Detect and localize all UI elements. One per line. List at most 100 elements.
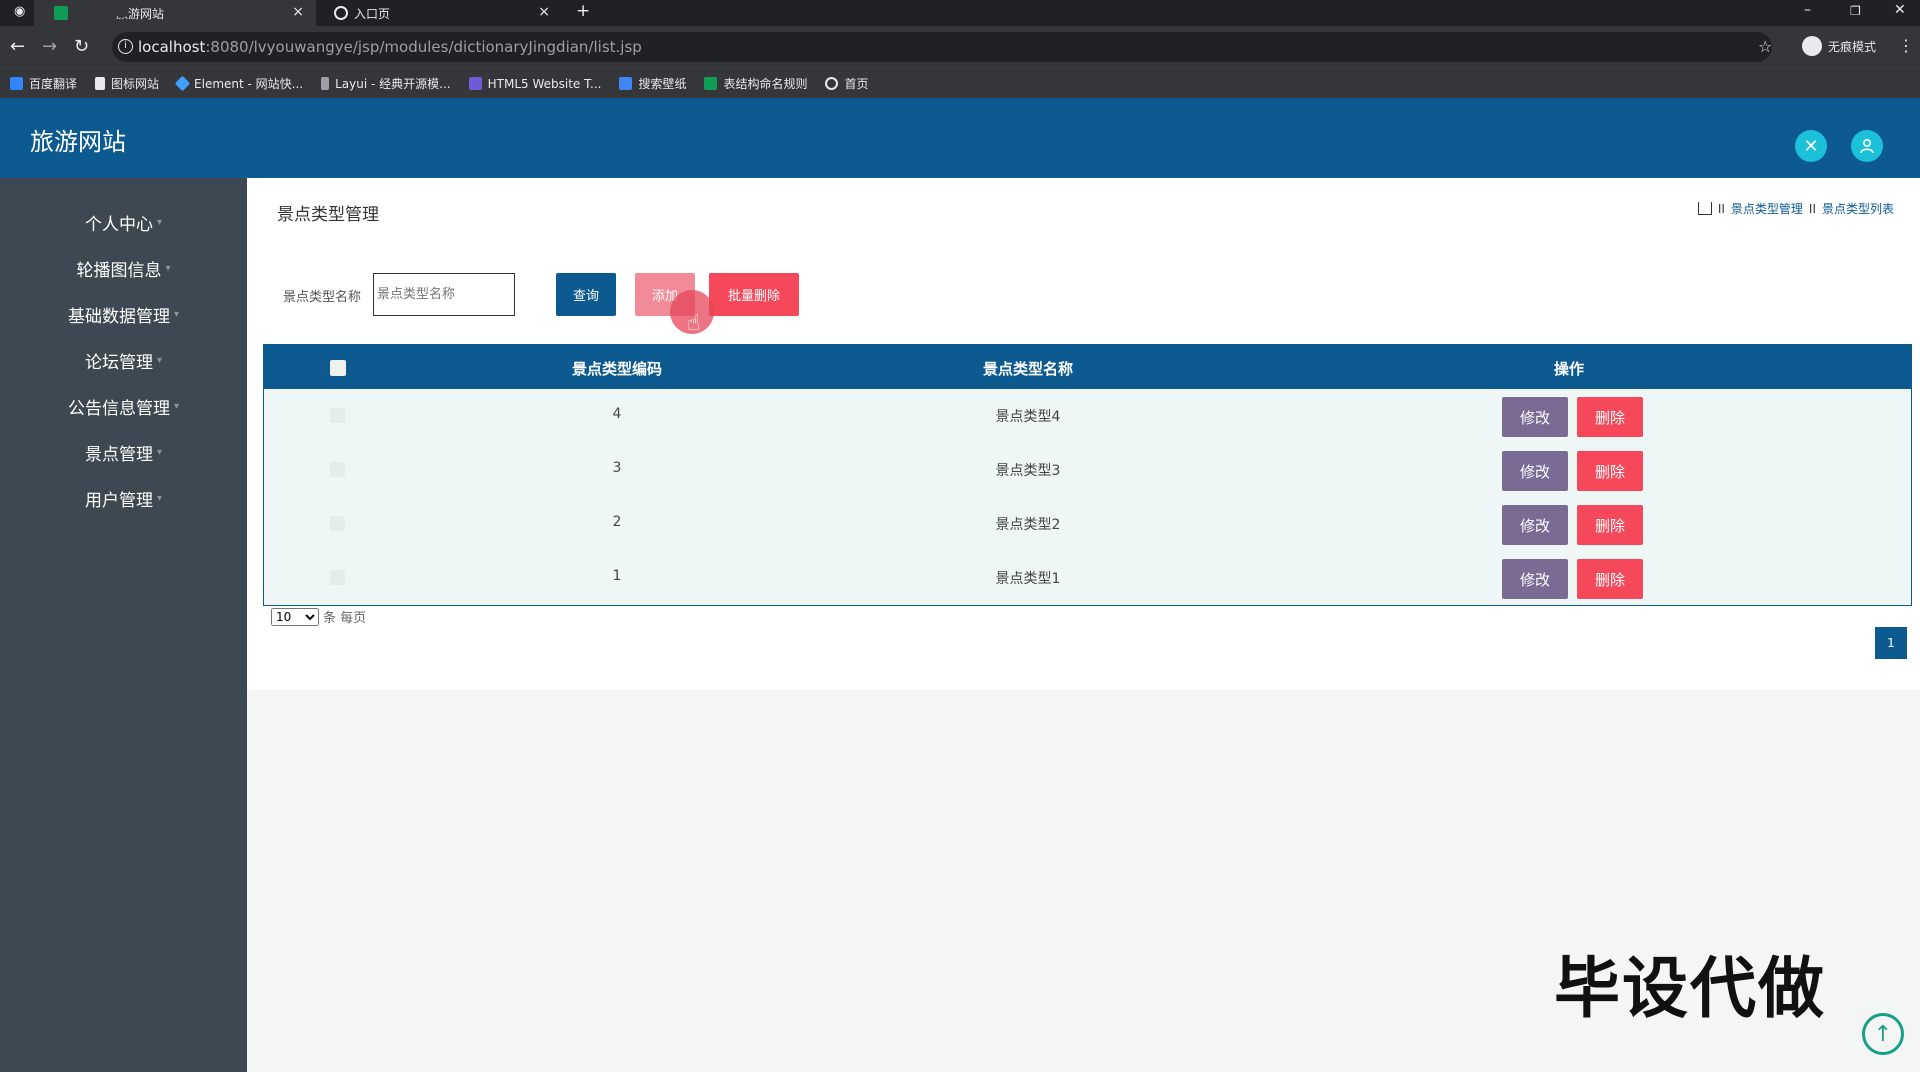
edit-button[interactable]: 修改: [1502, 505, 1568, 545]
window-close-icon[interactable]: ✕: [1894, 2, 1906, 18]
new-tab-button[interactable]: +: [576, 1, 590, 21]
main-content: 景点类型管理 II 景点类型管理 II 景点类型列表 景点类型名称 查询 添加 …: [247, 178, 1920, 690]
caret-down-icon: ▾: [156, 446, 163, 458]
delete-button[interactable]: 删除: [1577, 559, 1643, 599]
column-header-actions: 操作: [1553, 360, 1585, 378]
cell-name: 景点类型3: [995, 463, 1061, 479]
chrome-icon: ◉: [14, 4, 26, 19]
sidebar-item-notices[interactable]: 公告信息管理 ▾: [0, 386, 247, 426]
globe-icon: [334, 6, 348, 20]
app-header: 旅游网站: [0, 98, 1920, 178]
incognito-indicator[interactable]: 无痕模式: [1801, 36, 1876, 56]
bookmark-item[interactable]: 表结构命名规则: [704, 75, 807, 92]
sidebar-item-label: 基础数据管理: [67, 306, 170, 327]
user-avatar-icon[interactable]: [1851, 130, 1883, 162]
breadcrumb-separator: II: [1717, 201, 1725, 216]
sidebar-item-personal-center[interactable]: 个人中心 ▾: [0, 202, 247, 242]
edit-button[interactable]: 修改: [1502, 397, 1568, 437]
bookmark-label: 图标网站: [111, 77, 160, 91]
element-logo-icon: [174, 75, 191, 92]
bookmark-item[interactable]: Element - 网站快...: [174, 75, 304, 92]
sidebar-item-label: 轮播图信息: [76, 260, 162, 281]
sidebar-item-users[interactable]: 用户管理 ▾: [0, 478, 247, 518]
bookmark-label: HTML5 Website T...: [487, 76, 602, 91]
delete-button[interactable]: 删除: [1577, 505, 1643, 545]
breadcrumb-item[interactable]: 景点类型列表: [1822, 200, 1894, 217]
scroll-to-top-icon[interactable]: ↑: [1862, 1013, 1904, 1055]
sheet-icon: [704, 77, 718, 90]
row-checkbox[interactable]: [330, 408, 345, 423]
edit-button[interactable]: 修改: [1502, 559, 1568, 599]
back-icon[interactable]: ←: [10, 36, 25, 57]
breadcrumb: II 景点类型管理 II 景点类型列表: [1697, 200, 1894, 217]
bookmark-star-icon[interactable]: ☆: [1758, 37, 1772, 56]
row-checkbox[interactable]: [330, 516, 345, 531]
bookmark-item[interactable]: 首页: [825, 75, 869, 92]
tab-entry-page[interactable]: 入口页 ×: [322, 0, 562, 26]
flag-icon: [95, 77, 106, 90]
table-row: 4 景点类型4 修改 删除: [264, 389, 1911, 443]
fullscreen-toggle-icon[interactable]: ✕: [1795, 130, 1827, 162]
sidebar-item-label: 景点管理: [84, 444, 153, 465]
select-all-checkbox[interactable]: [330, 360, 346, 376]
sidebar-item-base-data[interactable]: 基础数据管理 ▾: [0, 294, 247, 334]
bookmarks-bar: 百度翻译 图标网站 Element - 网站快... Layui - 经典开源模…: [0, 68, 1920, 98]
tab-close-icon[interactable]: ×: [538, 4, 550, 20]
cell-name: 景点类型4: [995, 409, 1061, 425]
cell-code: 1: [612, 568, 622, 584]
tab-travel-site[interactable]: 旅游网站 ×: [34, 0, 316, 26]
bookmark-label: Element - 网站快...: [194, 77, 304, 91]
bookmark-label: 表结构命名规则: [723, 77, 808, 91]
page-size-select[interactable]: 10: [271, 607, 319, 626]
tab-close-icon[interactable]: ×: [292, 4, 304, 20]
query-button[interactable]: 查询: [556, 273, 616, 316]
bookmark-item[interactable]: HTML5 Website T...: [468, 76, 602, 91]
bookmark-item[interactable]: Layui - 经典开源模...: [321, 75, 451, 92]
cell-code: 3: [612, 460, 622, 476]
bookmark-item[interactable]: 搜索壁纸: [619, 75, 686, 92]
browser-menu-icon[interactable]: ⋮: [1898, 36, 1914, 55]
layui-logo-icon: [321, 77, 330, 90]
url-host: localhost: [138, 38, 206, 56]
sidebar-item-label: 用户管理: [84, 490, 153, 511]
bookmark-item[interactable]: 图标网站: [95, 75, 159, 92]
wallpaper-logo-icon: [619, 77, 633, 90]
sidebar: 个人中心 ▾ 轮播图信息 ▾ 基础数据管理 ▾ 论坛管理 ▾ 公告信息管理 ▾ 景点管理 ▾…: [0, 178, 247, 1072]
row-checkbox[interactable]: [330, 462, 345, 477]
reload-icon[interactable]: ↻: [74, 36, 89, 57]
bookmark-label: 百度翻译: [29, 77, 78, 91]
breadcrumb-separator: II: [1808, 201, 1816, 216]
delete-button[interactable]: 删除: [1577, 397, 1643, 437]
restore-icon[interactable]: ❐: [1850, 4, 1861, 18]
pagination-page-button[interactable]: 1: [1875, 627, 1907, 659]
sidebar-item-carousel[interactable]: 轮播图信息 ▾: [0, 248, 247, 288]
watermark-text: 毕设代做: [1554, 950, 1826, 1027]
minimize-icon[interactable]: –: [1804, 2, 1811, 18]
site-info-icon[interactable]: i: [118, 39, 133, 54]
search-label: 景点类型名称: [283, 290, 362, 305]
batch-delete-button[interactable]: 批量删除: [709, 273, 799, 316]
url-bar[interactable]: localhost:8080/lvyouwangye/jsp/modules/d…: [112, 32, 1772, 62]
sidebar-item-label: 个人中心: [84, 214, 153, 235]
sidebar-item-scenic-spots[interactable]: 景点管理 ▾: [0, 432, 247, 472]
bookmark-label: 搜索壁纸: [638, 77, 687, 91]
forward-icon[interactable]: →: [42, 36, 57, 57]
html5-logo-icon: [468, 77, 482, 90]
incognito-icon: [1801, 36, 1822, 56]
breadcrumb-item[interactable]: 景点类型管理: [1731, 200, 1803, 217]
home-icon[interactable]: [1697, 202, 1712, 215]
search-input[interactable]: [373, 273, 515, 316]
page-size-suffix: 条 每页: [323, 611, 367, 626]
row-checkbox[interactable]: [330, 570, 345, 585]
delete-button[interactable]: 删除: [1577, 451, 1643, 491]
app-title: 旅游网站: [30, 128, 126, 156]
caret-down-icon: ▾: [173, 308, 180, 320]
bookmark-item[interactable]: 百度翻译: [10, 75, 77, 92]
sidebar-item-forum[interactable]: 论坛管理 ▾: [0, 340, 247, 380]
globe-icon: [825, 77, 839, 90]
caret-down-icon: ▾: [165, 262, 171, 274]
site-favicon-icon: [54, 6, 68, 20]
caret-down-icon: ▾: [173, 400, 180, 412]
edit-button[interactable]: 修改: [1502, 451, 1568, 491]
data-table: 景点类型编码 景点类型名称 操作 4 景点类型4 修改 删除 3 景点类型3 修…: [263, 344, 1912, 606]
